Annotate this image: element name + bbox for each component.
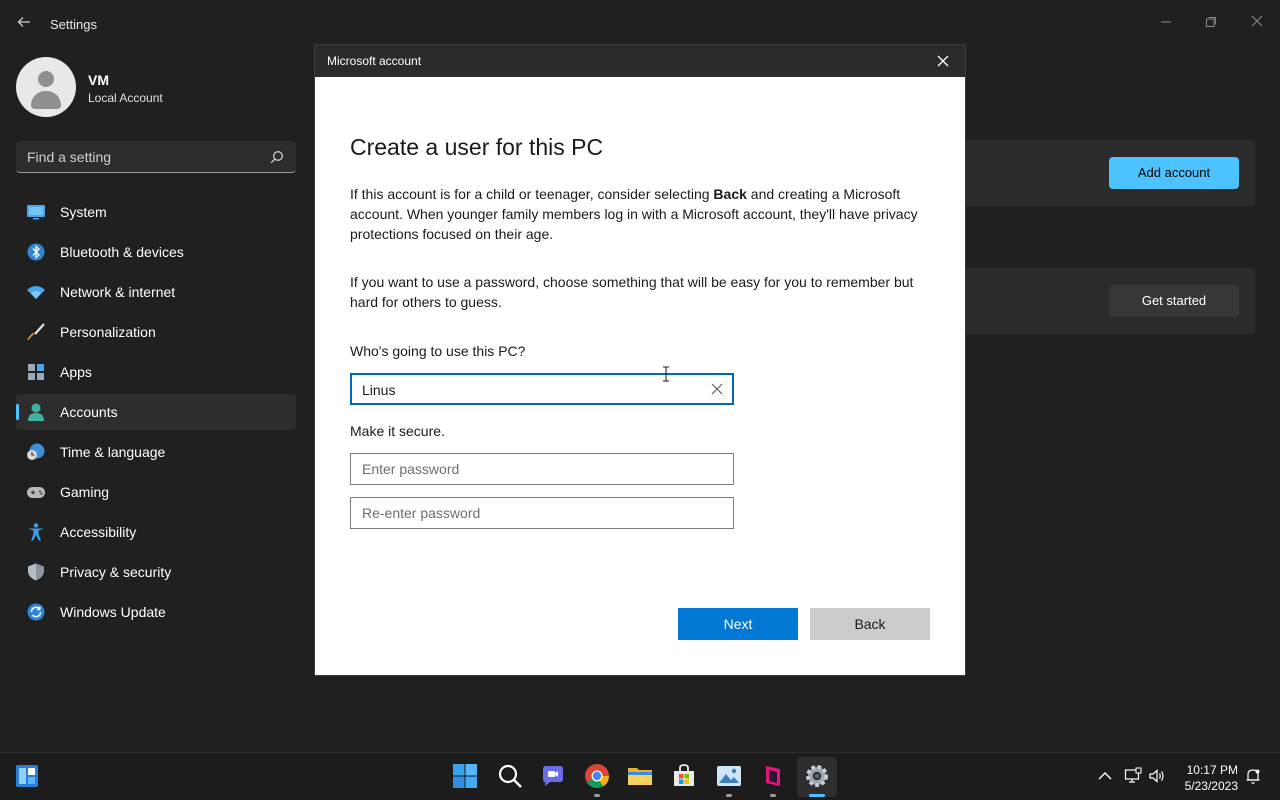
app-title: Settings (50, 17, 97, 32)
sidebar-item-label: Accessibility (60, 524, 137, 540)
volume-icon[interactable] (1148, 767, 1166, 785)
dialog-heading: Create a user for this PC (350, 134, 604, 160)
system-clock[interactable]: 10:17 PM 5/23/2023 (1185, 762, 1238, 794)
notification-icon[interactable] (1244, 767, 1262, 785)
gamepad-icon (27, 487, 45, 498)
update-icon (27, 603, 45, 621)
sidebar-item-privacy[interactable]: Privacy & security (16, 554, 296, 590)
sidebar-item-label: Personalization (60, 324, 156, 340)
close-icon (1251, 15, 1263, 27)
store-icon[interactable] (671, 763, 697, 789)
who-label: Who's going to use this PC? (350, 343, 526, 359)
secure-label: Make it secure. (350, 423, 445, 439)
get-started-button[interactable]: Get started (1109, 285, 1239, 317)
sidebar-item-accounts[interactable]: Accounts (16, 394, 296, 430)
maximize-icon (1206, 17, 1216, 27)
sidebar-item-label: Windows Update (60, 604, 166, 620)
avatar-body (31, 91, 61, 109)
sidebar-item-label: Accounts (60, 404, 118, 420)
running-indicator (770, 794, 776, 797)
minimize-icon (1161, 21, 1171, 23)
sidebar-item-label: Time & language (60, 444, 166, 460)
note-bold-text: Back (713, 186, 747, 202)
back-button[interactable] (14, 14, 34, 34)
wifi-icon (27, 286, 45, 299)
sidebar-item-gaming[interactable]: Gaming (16, 474, 296, 510)
brush-icon (27, 323, 45, 340)
shield-icon (28, 563, 44, 581)
sidebar-item-apps[interactable]: Apps (16, 354, 296, 390)
clock-time: 10:17 PM (1186, 763, 1238, 777)
sidebar-item-windows-update[interactable]: Windows Update (16, 594, 296, 630)
sidebar-item-network[interactable]: Network & internet (16, 274, 296, 310)
chrome-icon[interactable] (584, 763, 610, 789)
start-icon[interactable] (452, 763, 478, 789)
sidebar-item-system[interactable]: System (16, 194, 296, 230)
maximize-button[interactable] (1188, 8, 1234, 38)
running-indicator (594, 794, 600, 797)
file-explorer-icon[interactable] (627, 763, 653, 789)
clear-icon[interactable] (710, 382, 724, 396)
search-box[interactable]: Find a setting (16, 141, 296, 173)
chevron-up-icon[interactable] (1096, 767, 1114, 785)
close-button[interactable] (1234, 8, 1280, 38)
bluetooth-icon (27, 243, 45, 261)
sidebar-item-accessibility[interactable]: Accessibility (16, 514, 296, 550)
sidebar-item-label: Apps (60, 364, 92, 380)
arrow-left-icon (17, 17, 30, 27)
password-advice: If you want to use a password, choose so… (350, 274, 914, 310)
sidebar-item-personalization[interactable]: Personalization (16, 314, 296, 350)
sidebar-item-label: Network & internet (60, 284, 176, 300)
minimize-button[interactable] (1143, 8, 1189, 38)
sidebar-item-time-language[interactable]: Time & language (16, 434, 296, 470)
sidebar-item-label: Gaming (60, 484, 110, 500)
search-icon (270, 151, 283, 164)
running-indicator (726, 794, 732, 797)
apps-icon (28, 364, 44, 380)
next-button[interactable]: Next (678, 608, 798, 640)
avatar[interactable] (16, 57, 76, 117)
display-icon (27, 205, 45, 220)
search-icon[interactable] (497, 763, 523, 789)
settings-icon[interactable] (804, 763, 830, 789)
clock-date: 5/23/2023 (1184, 779, 1238, 793)
add-account-button[interactable]: Add account (1109, 157, 1239, 189)
password-placeholder: Enter password (362, 461, 460, 477)
sidebar-item-label: System (60, 204, 107, 220)
close-icon[interactable] (935, 53, 951, 69)
account-type: Local Account (88, 91, 163, 105)
person-icon (28, 403, 44, 421)
sidebar-item-label: Privacy & security (60, 564, 172, 580)
sidebar-item-label: Bluetooth & devices (60, 244, 184, 260)
username-field[interactable]: Linus (350, 373, 734, 405)
app-icon[interactable] (760, 763, 786, 789)
search-input[interactable]: Find a setting (27, 149, 111, 165)
note-text: If this account is for a child or teenag… (350, 186, 714, 202)
password-field[interactable]: Enter password (350, 453, 734, 485)
reenter-password-placeholder: Re-enter password (362, 505, 481, 521)
child-account-note: If this account is for a child or teenag… (350, 184, 935, 244)
sidebar-item-bluetooth[interactable]: Bluetooth & devices (16, 234, 296, 270)
dialog-title-bar: Microsoft account (315, 45, 965, 77)
user-name: VM (88, 72, 109, 88)
avatar-head (38, 71, 54, 87)
text-cursor-icon (663, 366, 669, 382)
accessibility-icon (28, 523, 44, 541)
dialog-title: Microsoft account (327, 54, 422, 68)
photos-icon[interactable] (716, 763, 742, 789)
reenter-password-field[interactable]: Re-enter password (350, 497, 734, 529)
username-value: Linus (362, 382, 396, 398)
widgets-icon[interactable] (15, 764, 39, 788)
clock-globe-icon (27, 443, 45, 460)
title-bar: Settings (0, 0, 1280, 48)
microsoft-account-dialog: Microsoft account Create a user for this… (314, 44, 966, 676)
network-icon[interactable] (1124, 767, 1142, 785)
active-indicator (809, 794, 825, 797)
sidebar-nav: System Bluetooth & devices Network & int… (16, 194, 296, 634)
back-button-dialog[interactable]: Back (810, 608, 930, 640)
teams-chat-icon[interactable] (540, 763, 566, 789)
taskbar: 10:17 PM 5/23/2023 (0, 752, 1280, 800)
